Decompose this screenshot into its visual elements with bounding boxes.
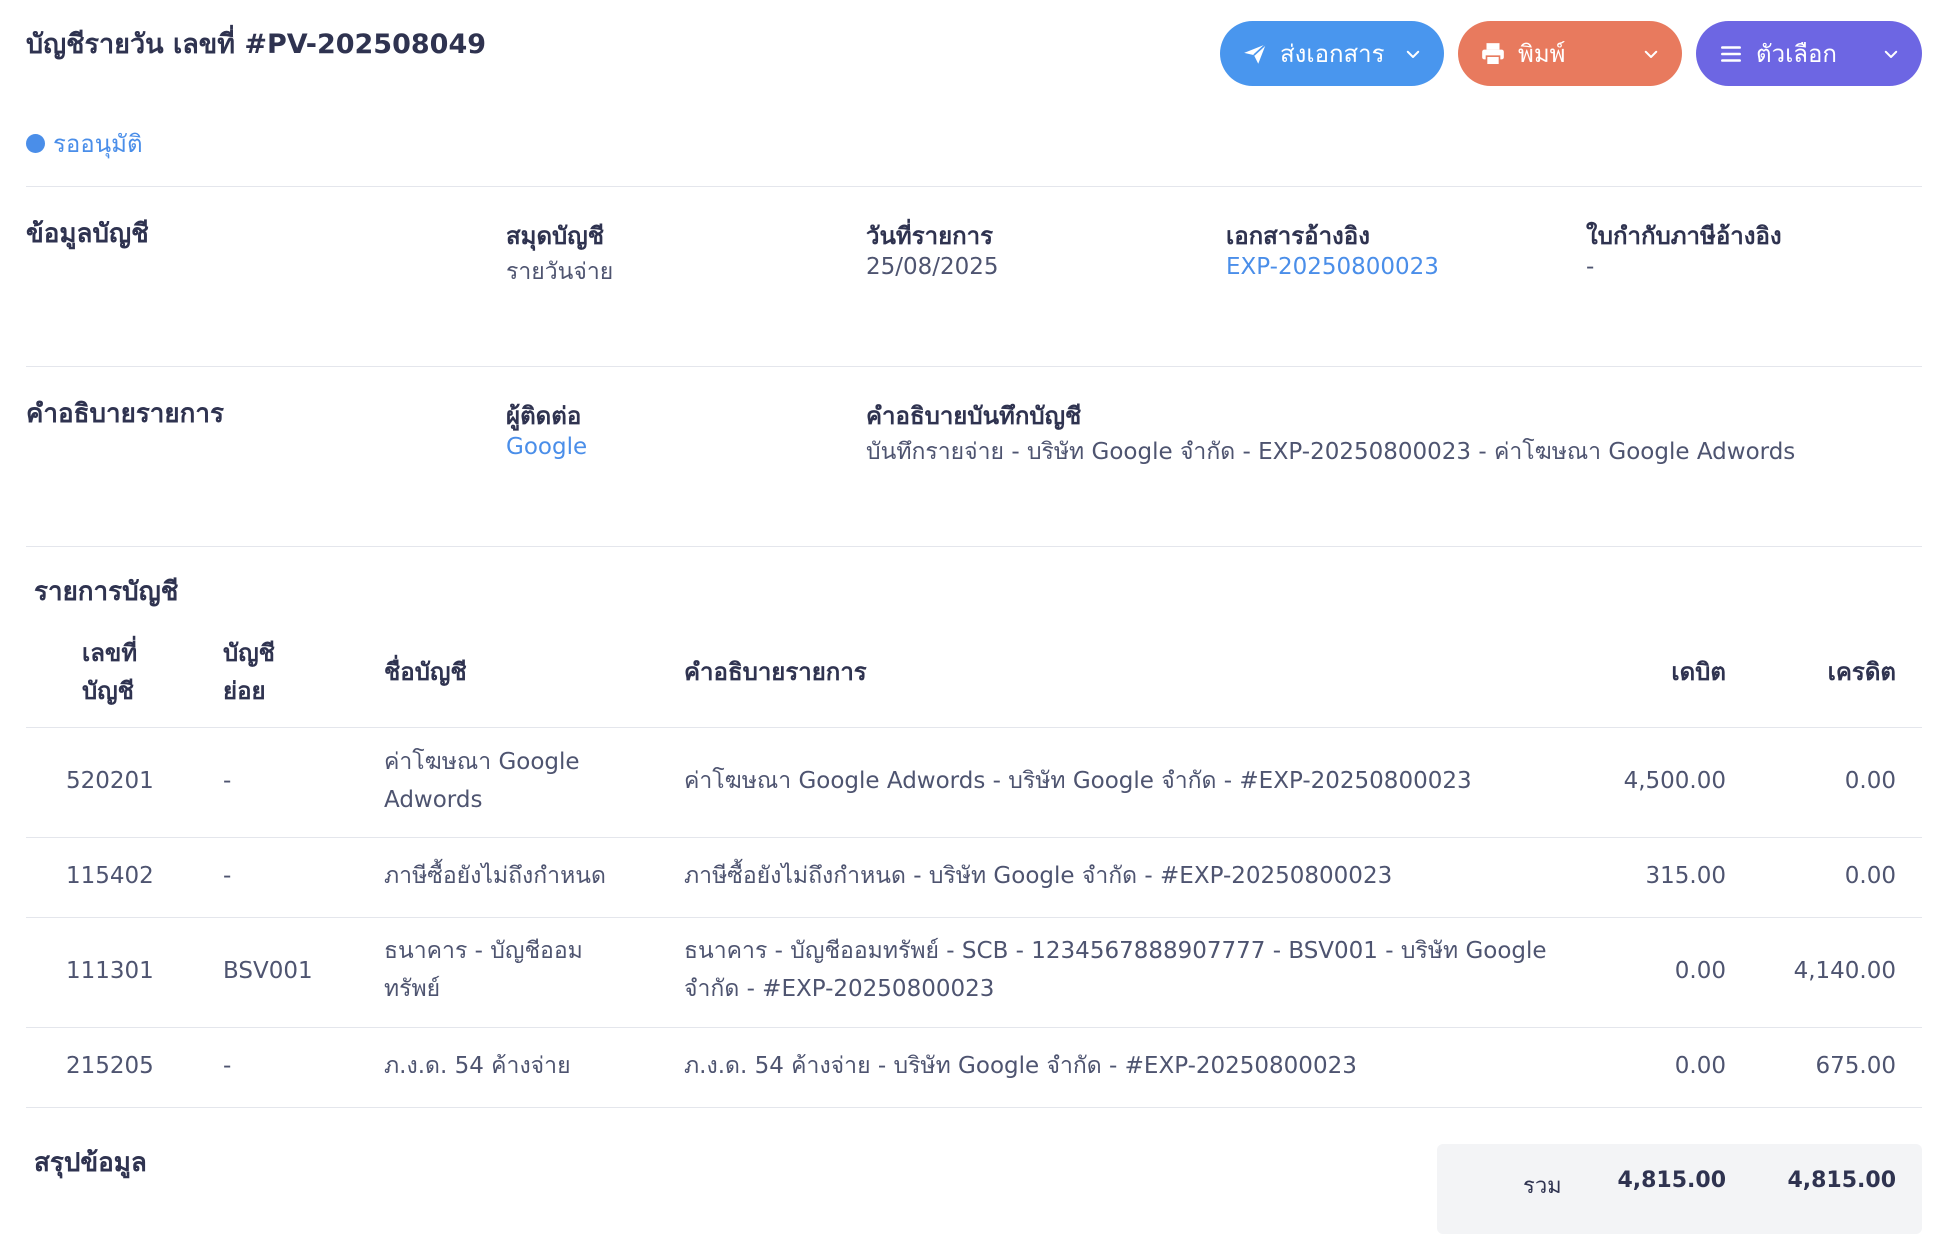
header-debit: เดบิต	[1671, 658, 1726, 686]
divider	[26, 366, 1922, 367]
journal-note-label: คำอธิบายบันทึกบัญชี	[866, 402, 1082, 430]
sub-account-cell: -	[223, 1053, 232, 1079]
divider	[26, 1027, 1922, 1028]
chevron-down-icon	[1884, 50, 1898, 58]
options-label: ตัวเลือก	[1756, 40, 1837, 68]
printer-icon	[1482, 42, 1504, 66]
account-info-title: ข้อมูลบัญชี	[26, 219, 149, 249]
total-credit: 4,815.00	[1787, 1168, 1896, 1193]
description-title: คำอธิบายรายการ	[26, 399, 224, 429]
debit-cell: 0.00	[1674, 1053, 1726, 1079]
account-name-cell: ภ.ง.ด. 54 ค้างจ่าย	[384, 1053, 571, 1079]
account-number-cell: 215205	[66, 1053, 154, 1079]
debit-cell: 0.00	[1674, 958, 1726, 984]
sub-account-cell: -	[223, 768, 232, 794]
account-name-cell: ภาษีซื้อยังไม่ถึงกำหนด	[384, 863, 606, 889]
send-document-label: ส่งเอกสาร	[1280, 40, 1385, 68]
divider	[26, 546, 1922, 547]
paper-plane-icon	[1244, 43, 1267, 64]
chevron-down-icon	[1406, 50, 1420, 58]
print-button[interactable]: พิมพ์	[1458, 21, 1682, 86]
header-account-name: ชื่อบัญชี	[384, 658, 467, 686]
header-account-number: เลขที่ บัญชี	[82, 639, 138, 705]
description-cell: ค่าโฆษณา Google Adwords - บริษัท Google …	[684, 768, 1472, 794]
send-document-button[interactable]: ส่งเอกสาร	[1220, 21, 1444, 86]
account-name-cell: ค่าโฆษณา Google Adwords	[384, 749, 580, 813]
debit-cell: 4,500.00	[1623, 768, 1726, 794]
status-text: รออนุมัติ	[53, 130, 143, 158]
entries-title: รายการบัญชี	[34, 577, 179, 607]
divider	[26, 1107, 1922, 1108]
header-credit: เครดิต	[1827, 658, 1896, 686]
header-description: คำอธิบายรายการ	[684, 658, 867, 686]
print-label: พิมพ์	[1518, 40, 1566, 68]
account-number-cell: 111301	[66, 958, 154, 984]
description-cell: ภาษีซื้อยังไม่ถึงกำหนด - บริษัท Google จ…	[684, 863, 1393, 889]
divider	[26, 186, 1922, 187]
status-dot-icon	[26, 134, 45, 153]
credit-cell: 675.00	[1815, 1053, 1896, 1079]
sub-account-cell: -	[223, 863, 232, 889]
date-value: 25/08/2025	[866, 254, 999, 280]
summary-title: สรุปข้อมูล	[34, 1148, 147, 1178]
options-button[interactable]: ตัวเลือก	[1696, 21, 1922, 86]
credit-cell: 0.00	[1844, 768, 1896, 794]
journal-note-value: บันทึกรายจ่าย - บริษัท Google จำกัด - EX…	[866, 439, 1796, 465]
account-name-cell: ธนาคาร - บัญชีออม ทรัพย์	[384, 938, 583, 1002]
description-cell: ธนาคาร - บัญชีออมทรัพย์ - SCB - 12345678…	[684, 938, 1547, 1002]
divider	[26, 917, 1922, 918]
account-number-cell: 115402	[66, 863, 154, 889]
credit-cell: 0.00	[1844, 863, 1896, 889]
status-badge: รออนุมัติ	[26, 124, 143, 163]
sub-account-cell: BSV001	[223, 958, 313, 984]
description-cell: ภ.ง.ด. 54 ค้างจ่าย - บริษัท Google จำกัด…	[684, 1053, 1357, 1079]
total-debit: 4,815.00	[1617, 1168, 1726, 1193]
journal-label: สมุดบัญชี	[506, 222, 605, 250]
account-number-cell: 520201	[66, 768, 154, 794]
divider	[26, 837, 1922, 838]
debit-cell: 315.00	[1645, 863, 1726, 889]
total-label: รวม	[1523, 1174, 1562, 1199]
credit-cell: 4,140.00	[1793, 958, 1896, 984]
reference-document-link[interactable]: EXP-20250800023	[1226, 254, 1439, 280]
chevron-down-icon	[1644, 50, 1658, 58]
page-title: บัญชีรายวัน เลขที่ #PV-202508049	[26, 29, 487, 60]
menu-icon	[1721, 45, 1741, 62]
date-label: วันที่รายการ	[866, 222, 994, 250]
header-sub-account: บัญชี ย่อย	[223, 639, 275, 705]
reference-document-label: เอกสารอ้างอิง	[1226, 222, 1370, 250]
tax-invoice-reference-label: ใบกำกับภาษีอ้างอิง	[1586, 222, 1782, 250]
contact-link[interactable]: Google	[506, 434, 587, 460]
contact-label: ผู้ติดต่อ	[506, 402, 582, 430]
journal-value: รายวันจ่าย	[506, 259, 614, 285]
divider	[26, 727, 1922, 728]
tax-invoice-reference-value: -	[1586, 254, 1595, 280]
